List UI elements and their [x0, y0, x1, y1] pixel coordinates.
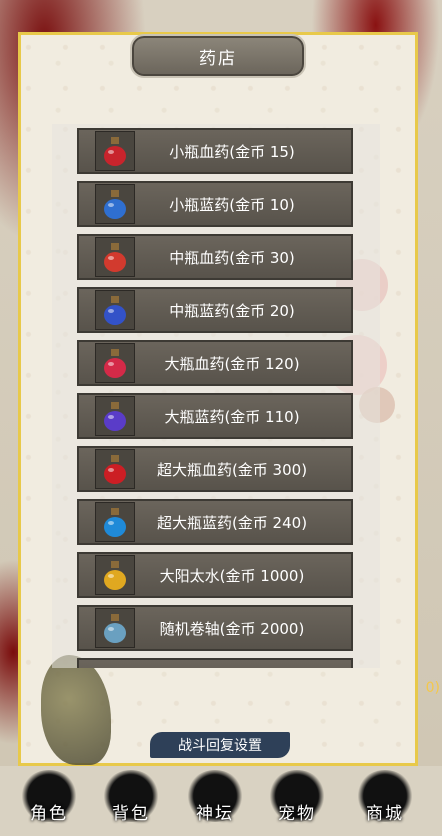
battle-recovery-settings-button[interactable]: 战斗回复设置: [150, 732, 290, 758]
nav-character[interactable]: 角色: [14, 770, 84, 830]
shop-title: 药店: [130, 34, 306, 78]
shop-item[interactable]: 小瓶血药(金币 15): [77, 128, 353, 174]
large-blue-potion-icon: [95, 396, 135, 436]
shop-item-label: 小瓶血药(金币 15): [169, 142, 295, 161]
shop-item-label: 超大瓶蓝药(金币 240): [156, 513, 308, 532]
nav-label: 宠物: [278, 804, 316, 824]
extra-large-red-potion-icon: [95, 449, 135, 489]
shop-item[interactable]: 中瓶血药(金币 30): [77, 234, 353, 280]
shop-item-label: 中瓶血药(金币 30): [169, 248, 295, 267]
medium-red-potion-icon: [95, 237, 135, 277]
nav-pet[interactable]: 宠物: [262, 770, 332, 830]
shop-item[interactable]: 中瓶蓝药(金币 20): [77, 287, 353, 333]
shop-item-label: 大瓶蓝药(金币 110): [164, 407, 300, 426]
shop-item-label: 小瓶蓝药(金币 10): [169, 195, 295, 214]
nav-label: 背包: [112, 804, 150, 824]
small-blue-potion-icon: [95, 184, 135, 224]
nav-mall[interactable]: 商城: [350, 770, 420, 830]
sun-water-bottles-icon: [95, 555, 135, 595]
side-value: 0): [425, 680, 440, 696]
shop-item-label: 中瓶蓝药(金币 20): [169, 301, 295, 320]
nav-backpack[interactable]: 背包: [96, 770, 166, 830]
extra-large-blue-potion-icon: [95, 502, 135, 542]
shop-item-partial[interactable]: [77, 658, 353, 668]
nav-altar[interactable]: 神坛: [180, 770, 250, 830]
small-red-potion-icon: [95, 131, 135, 171]
item-list[interactable]: 小瓶血药(金币 15) 小瓶蓝药(金币 10) 中瓶血药(金币 30) 中瓶蓝药(金币…: [52, 124, 380, 668]
nav-label: 神坛: [196, 804, 234, 824]
shop-item[interactable]: 超大瓶蓝药(金币 240): [77, 499, 353, 545]
random-scroll-icon: [95, 608, 135, 648]
nav-label: 商城: [366, 804, 404, 824]
medium-blue-potion-icon: [95, 290, 135, 330]
shop-item[interactable]: 随机卷轴(金币 2000): [77, 605, 353, 651]
shop-item[interactable]: 大瓶蓝药(金币 110): [77, 393, 353, 439]
large-red-potion-icon: [95, 343, 135, 383]
shop-item-label: 大瓶血药(金币 120): [164, 354, 300, 373]
shop-item[interactable]: 大瓶血药(金币 120): [77, 340, 353, 386]
shop-item[interactable]: 小瓶蓝药(金币 10): [77, 181, 353, 227]
shop-item-label: 超大瓶血药(金币 300): [156, 460, 308, 479]
shop-item[interactable]: 大阳太水(金币 1000): [77, 552, 353, 598]
shop-item[interactable]: 超大瓶血药(金币 300): [77, 446, 353, 492]
shop-item-label: 随机卷轴(金币 2000): [159, 619, 305, 638]
leaf-decoration-icon: [41, 655, 111, 765]
nav-label: 角色: [30, 804, 68, 824]
shop-item-label: 大阳太水(金币 1000): [159, 566, 305, 585]
